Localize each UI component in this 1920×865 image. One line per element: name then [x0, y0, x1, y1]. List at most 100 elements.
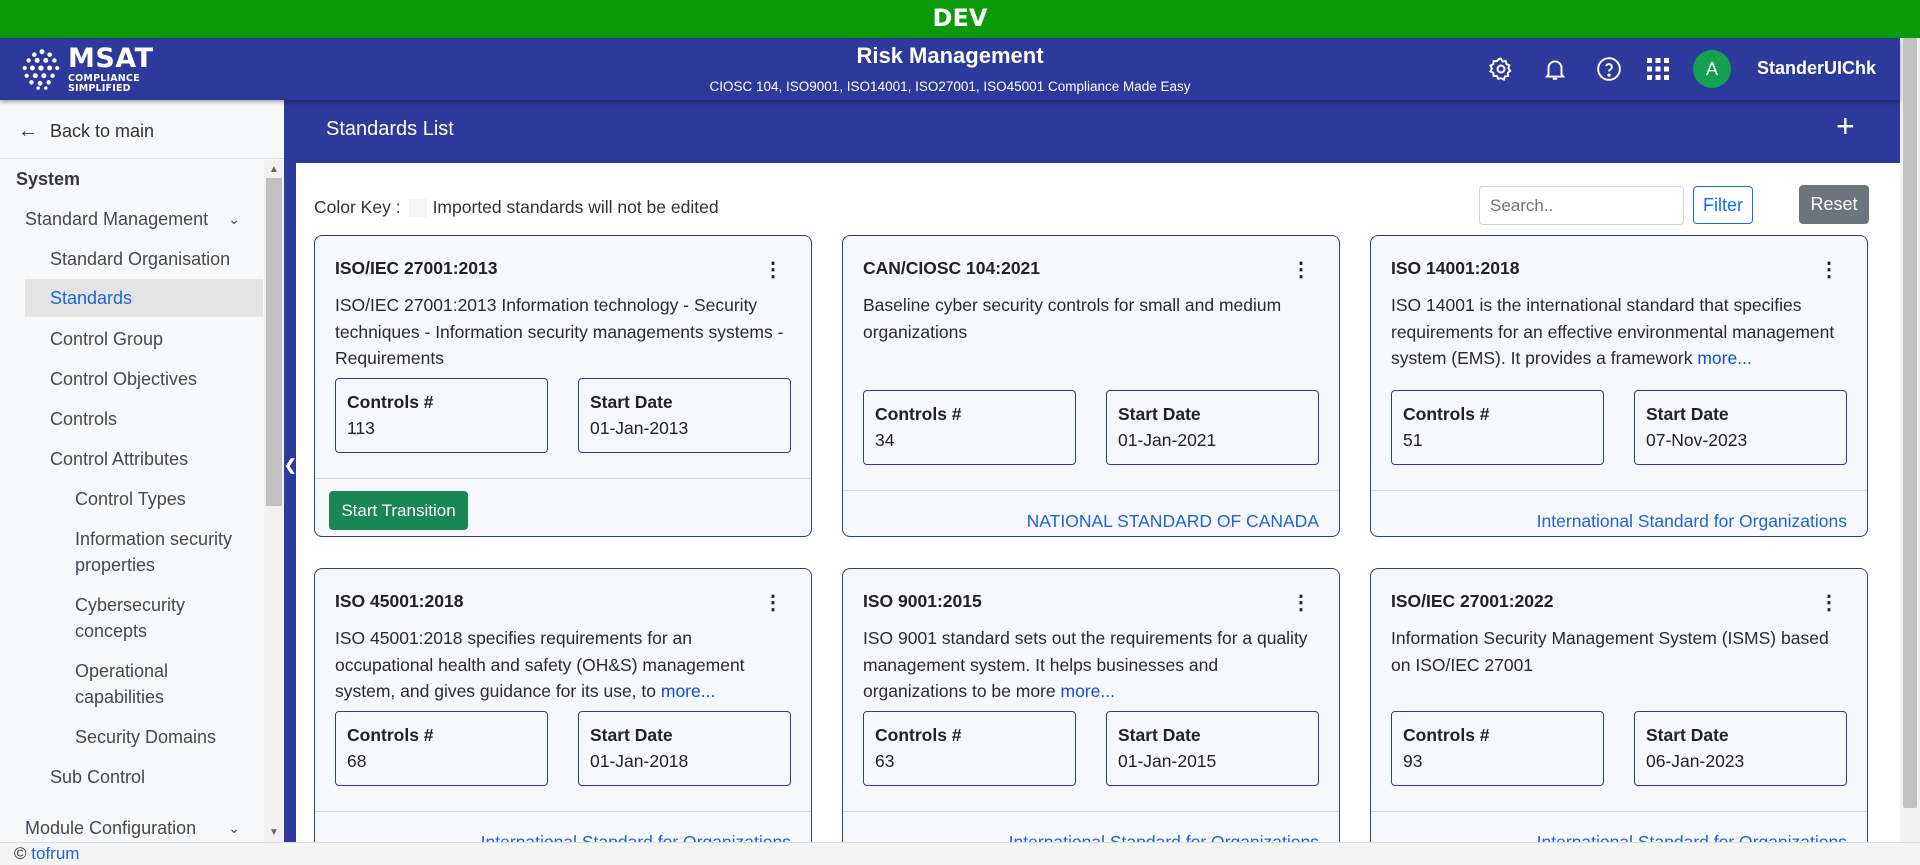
standard-title: ISO 14001:2018	[1391, 258, 1520, 278]
environment-banner: DEV	[0, 0, 1920, 38]
color-key-text: Imported standards will not be edited	[432, 197, 719, 217]
scroll-down-icon[interactable]: ▼	[269, 827, 279, 838]
standard-card[interactable]: ISO/IEC 27001:2022 ⋮ Information Securit…	[1370, 568, 1868, 842]
main-content: Color Key : Imported standards will not …	[296, 163, 1900, 842]
start-date: 01-Jan-2021	[1118, 430, 1217, 450]
sidebar-item-control-types[interactable]: Control Types	[75, 486, 186, 512]
search-input[interactable]: Search..	[1479, 186, 1684, 225]
bell-icon[interactable]	[1540, 54, 1570, 84]
sidebar-item-security-domains[interactable]: Security Domains	[75, 724, 216, 750]
start-date-box: Start Date 01-Jan-2015	[1106, 711, 1319, 786]
more-link[interactable]: more...	[661, 681, 715, 701]
standard-card[interactable]: ISO 45001:2018 ⋮ ISO 45001:2018 specifie…	[314, 568, 812, 842]
sidebar-item-standard-management[interactable]: Standard Management ⌄	[25, 206, 240, 232]
card-footer: NATIONAL STANDARD OF CANADA	[843, 490, 1339, 536]
scroll-up-icon[interactable]: ▲	[269, 164, 279, 175]
start-date-box: Start Date 01-Jan-2013	[578, 378, 791, 453]
standard-description: ISO 9001 standard sets out the requireme…	[863, 628, 1308, 701]
kebab-menu-icon[interactable]: ⋮	[1819, 593, 1839, 613]
sidebar-item-operational-capabilities[interactable]: Operational capabilities	[75, 658, 205, 710]
kebab-menu-icon[interactable]: ⋮	[1291, 593, 1311, 613]
card-footer: International Standard for Organizations	[315, 811, 811, 842]
sidebar-item-module-configuration[interactable]: Module Configuration ⌄	[25, 815, 240, 841]
sidebar-item-standards[interactable]: Standards	[25, 279, 263, 317]
standard-title: ISO 9001:2015	[863, 591, 982, 611]
standard-card[interactable]: CAN/CIOSC 104:2021 ⋮ Baseline cyber secu…	[842, 235, 1340, 537]
sidebar-item-control-objectives[interactable]: Control Objectives	[50, 366, 197, 392]
kebab-menu-icon[interactable]: ⋮	[763, 593, 783, 613]
add-standard-button[interactable]: +	[1836, 110, 1855, 142]
card-footer: International Standard for Organizations	[1371, 811, 1867, 842]
standard-organisation-link[interactable]: International Standard for Organizations	[1537, 511, 1847, 532]
standard-organisation-link[interactable]: International Standard for Organizations	[1537, 832, 1847, 842]
standard-card[interactable]: ISO/IEC 27001:2013 ⋮ ISO/IEC 27001:2013 …	[314, 235, 812, 537]
start-date-box: Start Date 07-Nov-2023	[1634, 390, 1847, 465]
sidebar: ← Back to main System Standard Managemen…	[0, 100, 284, 842]
apps-grid-icon[interactable]	[1643, 54, 1673, 84]
sidebar-item-information-security-properties[interactable]: Information security properties	[75, 526, 240, 578]
footer: © tofrum	[0, 842, 1920, 865]
username[interactable]: StanderUIChk	[1757, 58, 1876, 79]
standard-organisation-link[interactable]: International Standard for Organizations	[1009, 832, 1319, 842]
gear-icon[interactable]	[1486, 54, 1516, 84]
msat-logo[interactable]: MSAT COMPLIANCE SIMPLIFIED	[20, 44, 200, 94]
start-date-box: Start Date 01-Jan-2021	[1106, 390, 1319, 465]
help-icon[interactable]	[1594, 54, 1624, 84]
standard-card[interactable]: ISO 9001:2015 ⋮ ISO 9001 standard sets o…	[842, 568, 1340, 842]
app-subtitle: CIOSC 104, ISO9001, ISO14001, ISO27001, …	[709, 79, 1191, 94]
standard-organisation-link[interactable]: International Standard for Organizations	[481, 832, 791, 842]
controls-count: 34	[875, 430, 895, 450]
sidebar-item-cybersecurity-concepts[interactable]: Cybersecurity concepts	[75, 592, 215, 644]
kebab-menu-icon[interactable]: ⋮	[1291, 260, 1311, 280]
sidebar-scrollbar-thumb[interactable]	[266, 178, 282, 506]
standard-description: Information Security Management System (…	[1391, 628, 1829, 675]
card-footer: International Standard for Organizations	[843, 811, 1339, 842]
card-footer: International Standard for Organizations	[1371, 490, 1867, 536]
standard-description: Baseline cyber security controls for sma…	[863, 295, 1282, 342]
chevron-down-icon: ⌄	[228, 211, 240, 227]
page-scrollbar[interactable]	[1900, 38, 1920, 842]
standard-organisation-link[interactable]: NATIONAL STANDARD OF CANADA	[1027, 511, 1319, 532]
standard-description: ISO/IEC 27001:2013 Information technolog…	[335, 295, 784, 368]
start-date: 01-Jan-2015	[1118, 751, 1217, 771]
start-date-box: Start Date 01-Jan-2018	[578, 711, 791, 786]
chevron-down-icon: ⌄	[228, 820, 240, 836]
chevron-left-icon: ❮	[284, 457, 297, 474]
more-link[interactable]: more...	[1061, 681, 1115, 701]
sidebar-scrollbar[interactable]: ▲ ▼	[264, 160, 284, 842]
page-header: Standards List +	[296, 100, 1900, 163]
controls-count-box: Controls # 34	[863, 390, 1076, 465]
controls-count-box: Controls # 63	[863, 711, 1076, 786]
sidebar-item-standard-organisation[interactable]: Standard Organisation	[50, 246, 230, 272]
standard-title: CAN/CIOSC 104:2021	[863, 258, 1041, 278]
sidebar-item-control-attributes[interactable]: Control Attributes	[50, 446, 188, 472]
sidebar-collapse-toggle[interactable]: ❮	[284, 100, 297, 842]
sidebar-section-system: System	[16, 169, 81, 189]
page-scrollbar-thumb[interactable]	[1903, 38, 1917, 808]
reset-button[interactable]: Reset	[1799, 185, 1869, 224]
back-to-main-link[interactable]: ← Back to main	[18, 120, 154, 143]
sidebar-item-controls[interactable]: Controls	[50, 406, 117, 432]
app-title: Risk Management	[856, 43, 1044, 68]
footer-link[interactable]: tofrum	[31, 844, 79, 863]
standard-title: ISO/IEC 27001:2013	[335, 258, 498, 278]
sidebar-item-sub-control[interactable]: Sub Control	[50, 764, 145, 790]
controls-count: 93	[1403, 751, 1423, 771]
color-key: Color Key : Imported standards will not …	[314, 197, 719, 218]
user-avatar[interactable]: A	[1693, 50, 1731, 88]
controls-count-box: Controls # 93	[1391, 711, 1604, 786]
standard-title: ISO/IEC 27001:2022	[1391, 591, 1554, 611]
logo-tagline: COMPLIANCE SIMPLIFIED	[67, 73, 140, 94]
kebab-menu-icon[interactable]: ⋮	[1819, 260, 1839, 280]
standard-card[interactable]: ISO 14001:2018 ⋮ ISO 14001 is the intern…	[1370, 235, 1868, 537]
page-title: Standards List	[326, 118, 454, 140]
start-transition-button[interactable]: Start Transition	[329, 491, 468, 530]
more-link[interactable]: more...	[1697, 348, 1751, 368]
filter-button[interactable]: Filter	[1693, 186, 1753, 224]
standard-title: ISO 45001:2018	[335, 591, 464, 611]
kebab-menu-icon[interactable]: ⋮	[763, 260, 783, 280]
controls-count-box: Controls # 68	[335, 711, 548, 786]
controls-count-box: Controls # 51	[1391, 390, 1604, 465]
start-date: 07-Nov-2023	[1646, 430, 1748, 450]
sidebar-item-control-group[interactable]: Control Group	[50, 326, 163, 352]
